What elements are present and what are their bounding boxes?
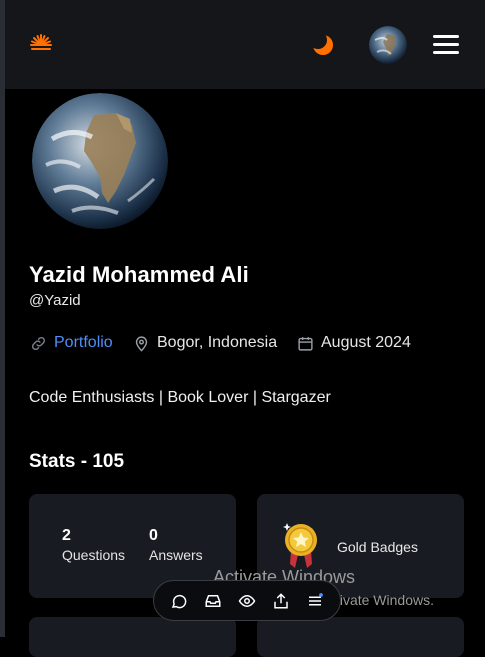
location: Bogor, Indonesia: [133, 334, 277, 352]
map-pin-icon: [135, 335, 148, 352]
gold-badges-label: Gold Badges: [337, 539, 418, 555]
hamburger-menu-icon[interactable]: [433, 35, 459, 55]
answers-label: Answers: [149, 547, 203, 563]
profile-handle: @Yazid: [29, 292, 81, 309]
joined-date: August 2024: [297, 334, 411, 352]
left-edge-line: [0, 0, 5, 637]
stats-card-4: [257, 617, 464, 657]
stats-title: Stats - 105: [29, 451, 125, 472]
top-navbar: [5, 0, 485, 89]
questions-count: 2: [62, 527, 71, 544]
chat-icon[interactable]: [168, 590, 190, 612]
list-icon[interactable]: [304, 590, 326, 612]
portfolio-label: Portfolio: [54, 334, 113, 351]
logo-icon[interactable]: [29, 33, 53, 57]
joined-text: August 2024: [321, 334, 411, 351]
answers-count: 0: [149, 527, 158, 544]
calendar-icon: [298, 336, 313, 351]
portfolio-link[interactable]: Portfolio: [30, 334, 113, 352]
location-text: Bogor, Indonesia: [157, 334, 278, 351]
profile-avatar: [32, 93, 168, 229]
gold-medal-icon: [281, 520, 321, 570]
moon-icon[interactable]: [309, 31, 334, 56]
inbox-icon[interactable]: [202, 590, 224, 612]
profile-name: Yazid Mohammed Ali: [29, 262, 249, 287]
avatar[interactable]: [369, 26, 407, 64]
answers-stat: 0 Answers: [149, 527, 203, 563]
questions-label: Questions: [62, 547, 126, 563]
eye-icon[interactable]: [236, 590, 258, 612]
floating-action-dock: [153, 580, 341, 621]
profile-bio: Code Enthusiasts | Book Lover | Stargaze…: [29, 389, 331, 406]
link-icon: [31, 336, 46, 350]
questions-stat: 2 Questions: [62, 527, 125, 563]
share-icon[interactable]: [270, 590, 292, 612]
stats-card-3: [29, 617, 236, 657]
